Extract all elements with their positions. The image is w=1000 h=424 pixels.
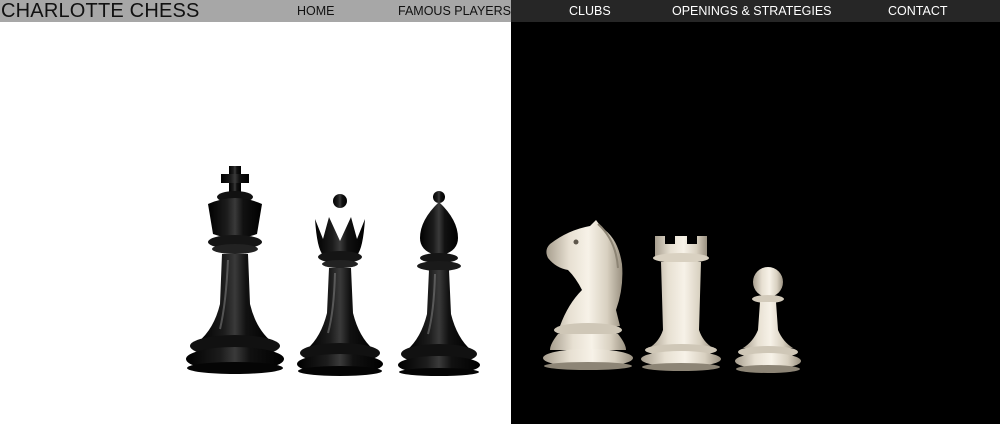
hero-banner [0,0,1000,424]
white-rook-piece [641,236,721,371]
nav-link-clubs[interactable]: CLUBS [569,0,611,22]
black-king-piece [186,166,284,374]
white-knight-piece [543,220,633,370]
nav-link-famous-players[interactable]: FAMOUS PLAYERS [398,0,511,22]
site-logo-title[interactable]: CHARLOTTE CHESS [1,0,200,22]
black-bishop-piece [398,191,480,376]
nav-link-openings-strategies[interactable]: OPENINGS & STRATEGIES [672,0,832,22]
page: CHARLOTTE CHESS HOME FAMOUS PLAYERS CLUB… [0,0,1000,424]
white-pawn-piece [735,267,801,373]
black-queen-piece [297,194,383,376]
top-navigation-bar: CHARLOTTE CHESS HOME FAMOUS PLAYERS CLUB… [0,0,1000,22]
nav-link-contact[interactable]: CONTACT [888,0,948,22]
nav-link-home[interactable]: HOME [297,0,335,22]
